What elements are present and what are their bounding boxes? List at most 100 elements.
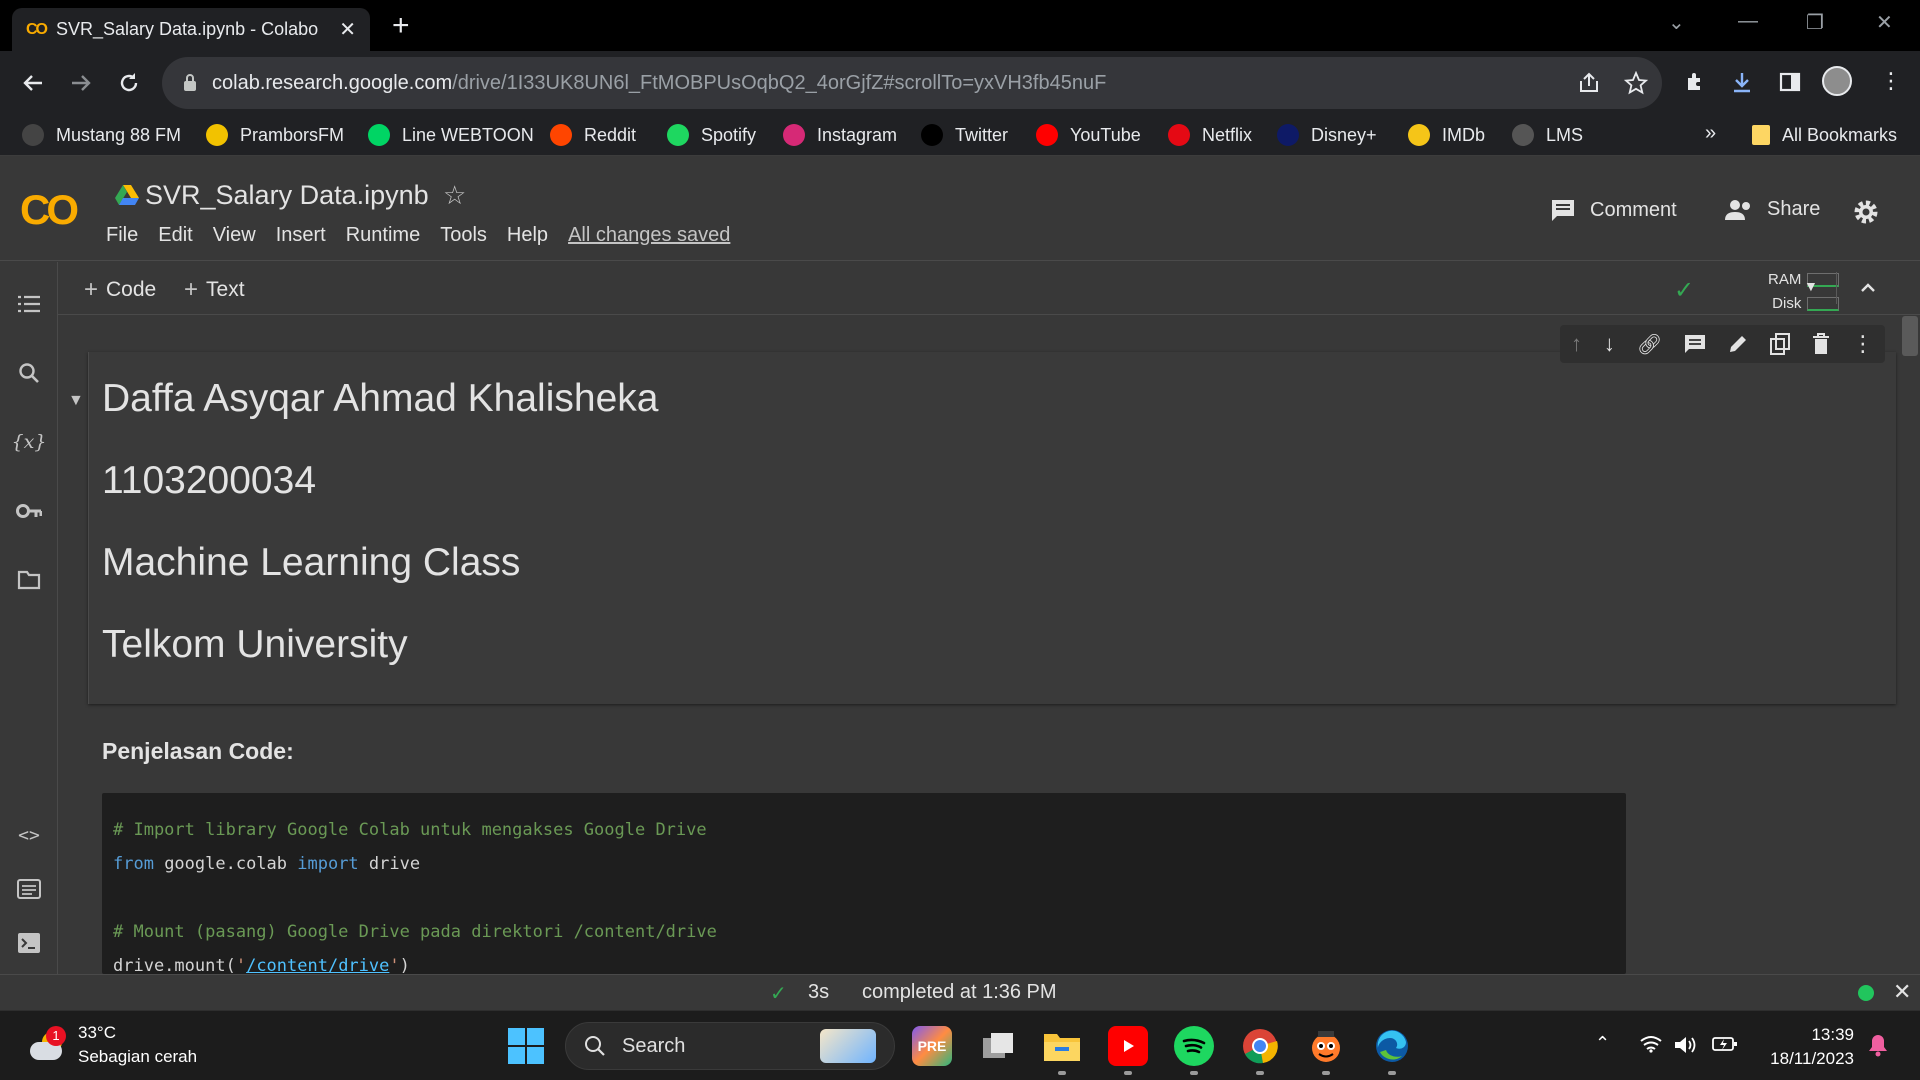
add-text-cell-button[interactable]: + Text [184,276,245,304]
menu-insert[interactable]: Insert [276,224,326,247]
active-tab[interactable]: CO SVR_Salary Data.ipynb - Colabor ✕ [12,8,370,51]
variables-icon[interactable]: {x} [12,427,47,457]
bookmark-lms[interactable]: LMS [1512,114,1583,156]
menu-edit[interactable]: Edit [158,224,192,247]
module-name: google.colab [153,854,298,874]
delete-trash-icon[interactable] [1812,333,1830,355]
bookmark-pramborsfm[interactable]: PramborsFM [206,114,344,156]
comment-label: Comment [1590,198,1677,221]
wifi-icon[interactable] [1640,1035,1662,1053]
menu-tools[interactable]: Tools [440,224,487,247]
notebook-title[interactable]: SVR_Salary Data.ipynb [145,180,429,211]
bookmark-disney-[interactable]: Disney+ [1277,114,1377,156]
add-code-cell-button[interactable]: + Code [84,276,156,304]
restore-icon[interactable]: ❐ [1806,10,1824,35]
side-panel-icon[interactable] [1778,70,1802,94]
tab-bar: CO SVR_Salary Data.ipynb - Colabor ✕ + ⌄… [0,0,1920,51]
bookmark-youtube[interactable]: YouTube [1036,114,1141,156]
back-button[interactable] [16,66,50,100]
runtime-dropdown-icon[interactable]: ▼ [1804,278,1818,294]
table-of-contents-icon[interactable] [14,289,44,319]
search-icon[interactable] [14,358,44,388]
comment-button[interactable]: Comment [1550,198,1677,222]
settings-gear-icon[interactable] [1852,198,1880,226]
minimize-icon[interactable]: — [1738,10,1758,33]
menu-view[interactable]: View [213,224,256,247]
close-status-icon[interactable]: ✕ [1893,979,1911,1005]
share-label: Share [1767,198,1821,220]
code-snippets-icon[interactable]: <> [14,820,44,850]
mirror-cell-icon[interactable] [1770,333,1791,355]
colab-logo[interactable]: CO [20,186,79,234]
forward-button[interactable] [64,66,98,100]
code-comment: # Import library Google Colab untuk meng… [113,820,707,840]
drive-path-link[interactable]: /content/drive [246,956,389,974]
windows-start-icon[interactable] [508,1028,544,1064]
close-tab-icon[interactable]: ✕ [339,17,356,42]
bookmarks-overflow-button[interactable]: » [1705,122,1716,145]
character-app-icon[interactable] [1306,1026,1346,1075]
move-down-icon[interactable]: ↓ [1604,331,1615,357]
collapse-header-icon[interactable] [1858,278,1878,298]
extensions-icon[interactable] [1683,70,1707,94]
bookmark-star-icon[interactable] [1624,71,1648,95]
menu-help[interactable]: Help [507,224,548,247]
bookmark-netflix[interactable]: Netflix [1168,114,1252,156]
menu-runtime[interactable]: Runtime [346,224,420,247]
file-explorer-icon[interactable] [1042,1026,1082,1075]
task-view-icon[interactable] [978,1026,1018,1066]
notification-bell-icon[interactable] [1868,1033,1888,1057]
execution-status-text[interactable]: completed at 1:36 PM [862,981,1057,1004]
star-notebook-icon[interactable]: ☆ [443,180,466,211]
copilot-pre-icon[interactable]: PRE [912,1026,952,1066]
share-button[interactable]: Share [1725,198,1820,221]
all-bookmarks-button[interactable]: All Bookmarks [1752,114,1897,156]
secrets-key-icon[interactable] [14,496,44,526]
temperature: 33°C [78,1023,116,1042]
tab-search-icon[interactable]: ⌄ [1668,10,1685,35]
bookmark-imdb[interactable]: IMDb [1408,114,1485,156]
bookmark-instagram[interactable]: Instagram [783,114,897,156]
battery-charging-icon[interactable] [1712,1035,1738,1053]
youtube-app-icon[interactable] [1108,1026,1148,1075]
more-options-icon[interactable]: ⋮ [1852,331,1874,357]
google-drive-icon[interactable] [115,184,139,206]
profile-avatar[interactable] [1822,66,1852,96]
bookmark-twitter[interactable]: Twitter [921,114,1008,156]
move-up-icon[interactable]: ↑ [1571,331,1582,357]
bookmark-line-webtoon[interactable]: Line WEBTOON [368,114,534,156]
volume-icon[interactable] [1674,1035,1696,1055]
code-block[interactable]: # Import library Google Colab untuk meng… [102,793,1626,974]
menu-file[interactable]: File [106,224,138,247]
chrome-menu-icon[interactable]: ⋮ [1880,68,1902,94]
bookmark-reddit[interactable]: Reddit [550,114,636,156]
link-icon[interactable]: 🔗︎ [1637,332,1662,357]
lock-icon[interactable] [182,73,198,93]
address-bar[interactable]: colab.research.google.com/drive/1I33UK8U… [162,57,1662,109]
share-page-icon[interactable] [1577,71,1601,95]
system-clock[interactable]: 13:39 18/11/2023 [1762,1023,1854,1071]
reload-button[interactable] [112,66,146,100]
edge-app-icon[interactable] [1372,1026,1412,1075]
collapse-section-icon[interactable]: ▼ [68,392,84,410]
bookmark-label: Line WEBTOON [402,124,534,145]
bookmark-spotify[interactable]: Spotify [667,114,756,156]
save-status-link[interactable]: All changes saved [568,224,730,247]
terminal-icon[interactable] [14,928,44,958]
taskbar-search-input[interactable]: Search [565,1022,895,1070]
chrome-app-icon[interactable] [1240,1026,1280,1075]
add-comment-icon[interactable] [1684,334,1706,354]
running-indicator [1388,1071,1396,1075]
show-hidden-icons[interactable]: ⌃ [1595,1033,1610,1054]
clock-date: 18/11/2023 [1770,1049,1854,1068]
edit-pencil-icon[interactable] [1728,334,1748,354]
new-tab-button[interactable]: + [392,11,410,41]
close-window-icon[interactable]: ✕ [1876,10,1893,35]
files-folder-icon[interactable] [14,565,44,595]
notebook-scrollbar[interactable] [1902,316,1918,356]
download-icon[interactable] [1730,70,1754,94]
bookmark-mustang-88-fm[interactable]: Mustang 88 FM [22,114,181,156]
weather-widget[interactable]: 1 33°C Sebagian cerah [28,1021,197,1069]
command-palette-icon[interactable] [14,874,44,904]
spotify-app-icon[interactable] [1174,1026,1214,1075]
